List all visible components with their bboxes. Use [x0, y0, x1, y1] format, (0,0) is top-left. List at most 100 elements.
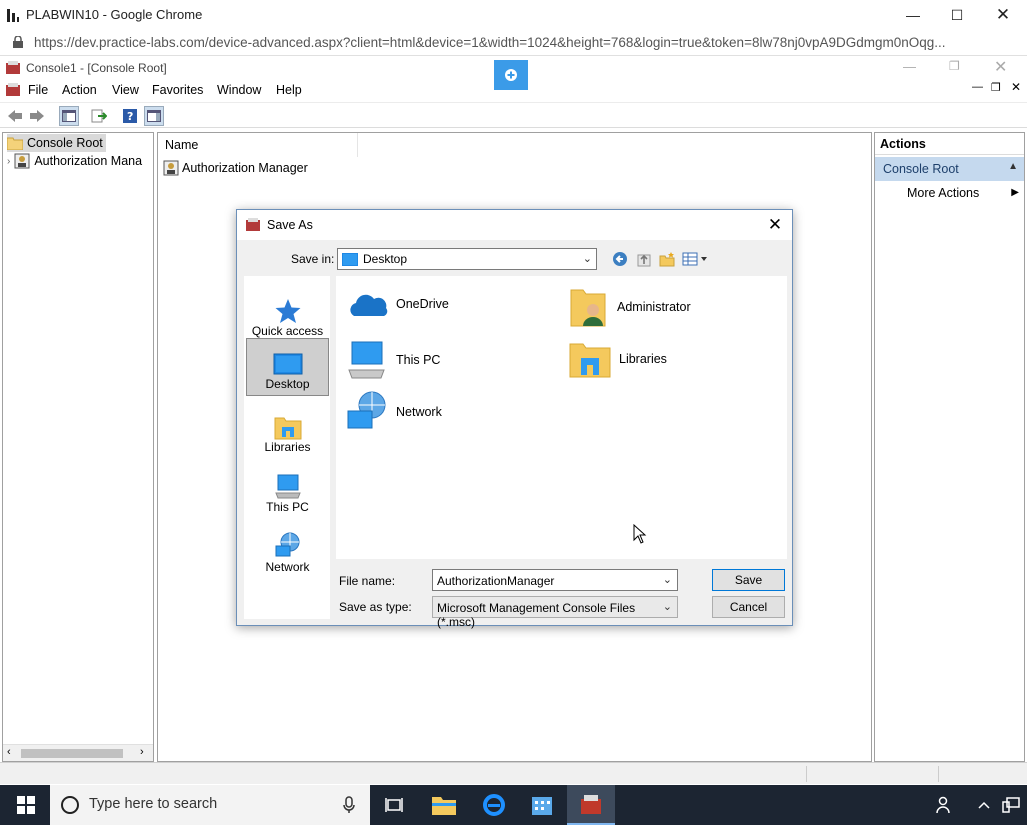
file-item-libraries[interactable]: Libraries: [569, 340, 667, 378]
file-item-network[interactable]: Network: [346, 391, 442, 433]
mmc-minimize-button[interactable]: —: [903, 59, 916, 74]
mmc-close-button[interactable]: ✕: [994, 57, 1007, 77]
status-divider: [938, 766, 939, 782]
back-circle-icon: [613, 252, 627, 266]
tree-child-label: Authorization Mana: [34, 154, 143, 168]
mmc-taskbar-button[interactable]: [567, 785, 615, 825]
url-text[interactable]: https://dev.practice-labs.com/device-adv…: [34, 35, 1009, 50]
go-back-button[interactable]: [610, 250, 630, 268]
edge-button[interactable]: [470, 785, 518, 825]
new-folder-button[interactable]: [657, 250, 677, 268]
task-view-button[interactable]: [370, 785, 418, 825]
tree-item-authorization-manager[interactable]: › Authorization Mana: [7, 152, 142, 170]
tree-horizontal-scrollbar[interactable]: ‹ ›: [3, 744, 153, 761]
save-as-type-dropdown[interactable]: Microsoft Management Console Files (*.ms…: [432, 596, 678, 629]
onedrive-cloud-icon: [350, 294, 388, 316]
mmc-restore-button[interactable]: ❐: [949, 59, 960, 73]
expand-chevron-icon[interactable]: ›: [7, 156, 10, 167]
place-this-pc[interactable]: This PC: [246, 460, 329, 518]
folder-icon: [7, 137, 23, 150]
scroll-right-icon[interactable]: ›: [140, 746, 144, 758]
place-label: Libraries: [264, 440, 311, 454]
microphone-icon[interactable]: [343, 796, 355, 814]
show-action-pane-button[interactable]: [144, 106, 164, 126]
file-name-value[interactable]: AuthorizationManager: [437, 574, 554, 588]
file-item-onedrive[interactable]: OneDrive: [346, 290, 449, 318]
menu-view[interactable]: View: [112, 83, 139, 97]
chevron-up-icon: [978, 801, 990, 809]
file-name-input[interactable]: AuthorizationManager ⌄: [432, 569, 678, 591]
back-button[interactable]: [5, 106, 25, 126]
mmc-icon: [246, 218, 260, 231]
network-icon: [275, 532, 299, 557]
place-quick-access[interactable]: Quick access: [246, 284, 329, 342]
save-in-value: Desktop: [363, 252, 408, 266]
dialog-titlebar: Save As ✕: [237, 210, 792, 240]
place-network[interactable]: Network: [246, 520, 329, 578]
console-tree-pane: Console Root › Authorization Mana ‹ ›: [2, 132, 154, 762]
actions-pane: Actions Console Root ▲ More Actions ▶: [874, 132, 1025, 762]
menu-help[interactable]: Help: [276, 83, 302, 97]
show-hidden-icons-button[interactable]: [970, 785, 998, 825]
maximize-button[interactable]: ☐: [934, 0, 980, 30]
people-button[interactable]: [925, 785, 965, 825]
save-in-dropdown[interactable]: Desktop ⌄: [337, 248, 597, 270]
place-libraries[interactable]: Libraries: [246, 400, 329, 458]
server-manager-button[interactable]: [518, 785, 566, 825]
taskbar-search-box[interactable]: Type here to search: [50, 785, 370, 825]
up-folder-icon: [637, 254, 651, 267]
child-close-button[interactable]: ✕: [1011, 80, 1021, 94]
menu-action[interactable]: Action: [62, 83, 97, 97]
actions-section-console-root[interactable]: Console Root ▲: [875, 157, 1024, 181]
collapse-up-icon[interactable]: ▲: [1008, 161, 1018, 172]
browser-titlebar: PLABWIN10 - Google Chrome — ☐ ✕: [0, 0, 1027, 30]
up-folder-button[interactable]: [634, 250, 654, 268]
export-list-button[interactable]: [89, 106, 109, 126]
lock-icon: [13, 36, 23, 48]
result-item-authorization-manager[interactable]: Authorization Manager: [163, 160, 308, 176]
network-monitor-icon: [1002, 797, 1020, 813]
view-menu-button[interactable]: [681, 250, 709, 268]
child-restore-button[interactable]: ❐: [991, 81, 1001, 94]
start-button[interactable]: [2, 785, 50, 825]
place-desktop[interactable]: Desktop: [246, 338, 329, 396]
save-in-label: Save in:: [291, 252, 335, 266]
back-arrow-icon: [8, 110, 22, 122]
file-item-label: This PC: [396, 353, 441, 367]
child-minimize-button[interactable]: —: [972, 81, 983, 93]
star-icon: [275, 299, 300, 323]
minimize-button[interactable]: —: [890, 0, 936, 30]
network-status-button[interactable]: [997, 785, 1025, 825]
more-actions-item[interactable]: More Actions ▶: [907, 186, 1019, 200]
view-menu-icon: [682, 252, 707, 266]
cancel-button[interactable]: Cancel: [712, 596, 785, 618]
toolbar: ?: [0, 102, 1027, 128]
file-item-administrator[interactable]: Administrator: [569, 286, 691, 328]
column-header-name[interactable]: Name: [158, 133, 358, 157]
menu-file[interactable]: File: [28, 83, 48, 97]
place-label: Network: [265, 560, 310, 574]
dialog-close-button[interactable]: ✕: [764, 215, 786, 235]
result-item-label: Authorization Manager: [182, 161, 308, 175]
menu-window[interactable]: Window: [217, 83, 261, 97]
places-bar: Quick access Desktop Libraries This PC N…: [244, 276, 330, 619]
menu-favorites[interactable]: Favorites: [152, 83, 203, 97]
search-placeholder[interactable]: Type here to search: [89, 796, 217, 812]
status-bar: [0, 762, 1027, 784]
scroll-left-icon[interactable]: ‹: [7, 746, 11, 758]
actions-header: Actions: [875, 133, 1024, 155]
task-view-icon: [385, 798, 403, 812]
people-icon: [936, 796, 950, 814]
file-explorer-button[interactable]: [420, 785, 468, 825]
file-item-this-pc[interactable]: This PC: [346, 340, 440, 380]
save-button[interactable]: Save: [712, 569, 785, 591]
tree-item-console-root[interactable]: Console Root: [7, 134, 106, 152]
scroll-thumb[interactable]: [21, 749, 123, 758]
chevron-down-icon[interactable]: ⌄: [663, 573, 672, 586]
help-button[interactable]: ?: [120, 106, 140, 126]
browser-title: PLABWIN10 - Google Chrome: [26, 7, 203, 22]
show-tree-button[interactable]: [59, 106, 79, 126]
forward-button[interactable]: [27, 106, 47, 126]
close-button[interactable]: ✕: [980, 0, 1026, 30]
address-bar[interactable]: https://dev.practice-labs.com/device-adv…: [0, 30, 1027, 56]
